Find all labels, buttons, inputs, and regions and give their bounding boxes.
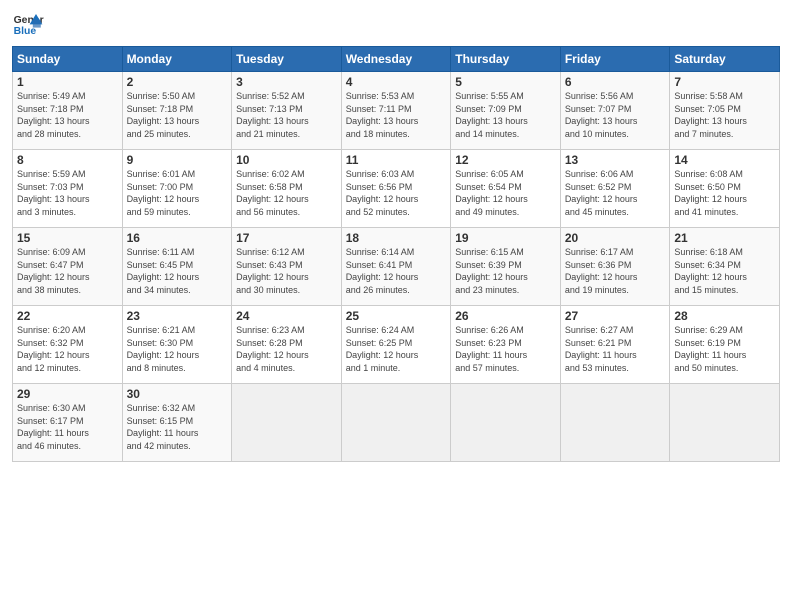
calendar-day-27: 27Sunrise: 6:27 AMSunset: 6:21 PMDayligh…: [560, 306, 670, 384]
calendar-body: 1Sunrise: 5:49 AMSunset: 7:18 PMDaylight…: [13, 72, 780, 462]
calendar-week-5: 29Sunrise: 6:30 AMSunset: 6:17 PMDayligh…: [13, 384, 780, 462]
day-header-monday: Monday: [122, 47, 232, 72]
page-header: General Blue: [12, 10, 780, 38]
calendar-day-7: 7Sunrise: 5:58 AMSunset: 7:05 PMDaylight…: [670, 72, 780, 150]
calendar-table: SundayMondayTuesdayWednesdayThursdayFrid…: [12, 46, 780, 462]
calendar-day-23: 23Sunrise: 6:21 AMSunset: 6:30 PMDayligh…: [122, 306, 232, 384]
calendar-day-18: 18Sunrise: 6:14 AMSunset: 6:41 PMDayligh…: [341, 228, 451, 306]
day-header-saturday: Saturday: [670, 47, 780, 72]
day-header-wednesday: Wednesday: [341, 47, 451, 72]
calendar-week-1: 1Sunrise: 5:49 AMSunset: 7:18 PMDaylight…: [13, 72, 780, 150]
calendar-week-3: 15Sunrise: 6:09 AMSunset: 6:47 PMDayligh…: [13, 228, 780, 306]
calendar-day-11: 11Sunrise: 6:03 AMSunset: 6:56 PMDayligh…: [341, 150, 451, 228]
calendar-day-20: 20Sunrise: 6:17 AMSunset: 6:36 PMDayligh…: [560, 228, 670, 306]
calendar-day-3: 3Sunrise: 5:52 AMSunset: 7:13 PMDaylight…: [232, 72, 342, 150]
calendar-day-19: 19Sunrise: 6:15 AMSunset: 6:39 PMDayligh…: [451, 228, 561, 306]
calendar-day-empty: [341, 384, 451, 462]
logo: General Blue: [12, 10, 48, 38]
calendar-day-25: 25Sunrise: 6:24 AMSunset: 6:25 PMDayligh…: [341, 306, 451, 384]
calendar-day-empty: [232, 384, 342, 462]
calendar-day-empty: [560, 384, 670, 462]
calendar-day-empty: [451, 384, 561, 462]
day-header-thursday: Thursday: [451, 47, 561, 72]
calendar-day-21: 21Sunrise: 6:18 AMSunset: 6:34 PMDayligh…: [670, 228, 780, 306]
calendar-day-12: 12Sunrise: 6:05 AMSunset: 6:54 PMDayligh…: [451, 150, 561, 228]
day-header-tuesday: Tuesday: [232, 47, 342, 72]
calendar-day-17: 17Sunrise: 6:12 AMSunset: 6:43 PMDayligh…: [232, 228, 342, 306]
calendar-day-13: 13Sunrise: 6:06 AMSunset: 6:52 PMDayligh…: [560, 150, 670, 228]
day-header-sunday: Sunday: [13, 47, 123, 72]
calendar-day-16: 16Sunrise: 6:11 AMSunset: 6:45 PMDayligh…: [122, 228, 232, 306]
calendar-day-15: 15Sunrise: 6:09 AMSunset: 6:47 PMDayligh…: [13, 228, 123, 306]
calendar-week-4: 22Sunrise: 6:20 AMSunset: 6:32 PMDayligh…: [13, 306, 780, 384]
calendar-day-8: 8Sunrise: 5:59 AMSunset: 7:03 PMDaylight…: [13, 150, 123, 228]
calendar-day-26: 26Sunrise: 6:26 AMSunset: 6:23 PMDayligh…: [451, 306, 561, 384]
calendar-day-30: 30Sunrise: 6:32 AMSunset: 6:15 PMDayligh…: [122, 384, 232, 462]
calendar-day-24: 24Sunrise: 6:23 AMSunset: 6:28 PMDayligh…: [232, 306, 342, 384]
calendar-header-row: SundayMondayTuesdayWednesdayThursdayFrid…: [13, 47, 780, 72]
calendar-day-9: 9Sunrise: 6:01 AMSunset: 7:00 PMDaylight…: [122, 150, 232, 228]
calendar-day-empty: [670, 384, 780, 462]
calendar-day-29: 29Sunrise: 6:30 AMSunset: 6:17 PMDayligh…: [13, 384, 123, 462]
calendar-day-5: 5Sunrise: 5:55 AMSunset: 7:09 PMDaylight…: [451, 72, 561, 150]
calendar-day-14: 14Sunrise: 6:08 AMSunset: 6:50 PMDayligh…: [670, 150, 780, 228]
calendar-week-2: 8Sunrise: 5:59 AMSunset: 7:03 PMDaylight…: [13, 150, 780, 228]
calendar-day-10: 10Sunrise: 6:02 AMSunset: 6:58 PMDayligh…: [232, 150, 342, 228]
calendar-day-6: 6Sunrise: 5:56 AMSunset: 7:07 PMDaylight…: [560, 72, 670, 150]
svg-text:Blue: Blue: [14, 26, 37, 37]
calendar-day-2: 2Sunrise: 5:50 AMSunset: 7:18 PMDaylight…: [122, 72, 232, 150]
calendar-day-4: 4Sunrise: 5:53 AMSunset: 7:11 PMDaylight…: [341, 72, 451, 150]
day-header-friday: Friday: [560, 47, 670, 72]
calendar-day-1: 1Sunrise: 5:49 AMSunset: 7:18 PMDaylight…: [13, 72, 123, 150]
calendar-day-22: 22Sunrise: 6:20 AMSunset: 6:32 PMDayligh…: [13, 306, 123, 384]
logo-icon: General Blue: [12, 10, 44, 38]
calendar-day-28: 28Sunrise: 6:29 AMSunset: 6:19 PMDayligh…: [670, 306, 780, 384]
